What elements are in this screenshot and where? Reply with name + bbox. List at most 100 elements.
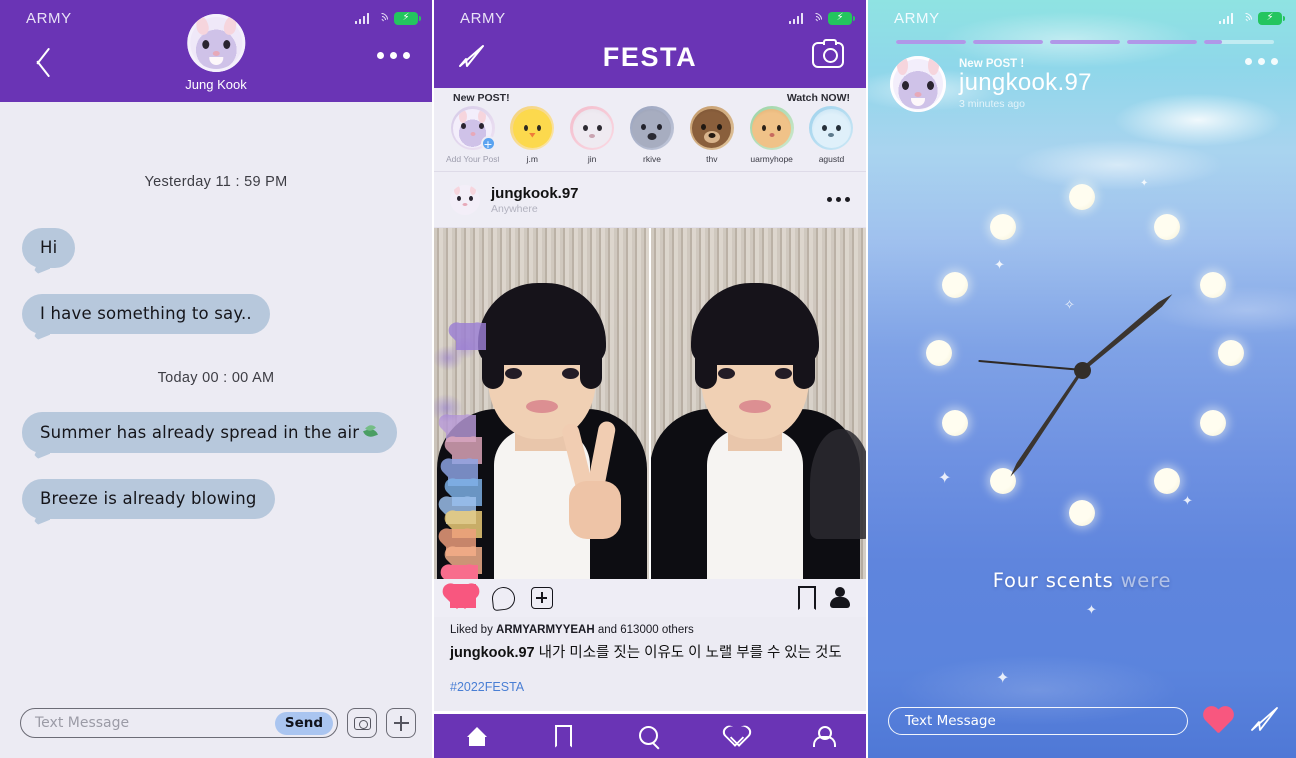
progress-segment[interactable] bbox=[896, 40, 966, 44]
more-options-icon[interactable] bbox=[827, 197, 850, 202]
sparkle-icon: ✦ bbox=[996, 668, 1010, 687]
clock-illustration: ✦ ✧ ✦ ✦ ✦ bbox=[868, 170, 1296, 570]
story-item-thv[interactable]: thv bbox=[685, 106, 738, 164]
timestamp-today: Today 00 : 00 AM bbox=[157, 370, 275, 386]
post-avatar[interactable] bbox=[450, 184, 480, 215]
sparkle-icon: ✦ bbox=[1086, 603, 1097, 618]
camera-icon bbox=[353, 716, 371, 730]
chick-icon bbox=[512, 108, 552, 148]
post-actions bbox=[434, 579, 866, 617]
tab-saved[interactable] bbox=[549, 721, 579, 751]
clock-second-hand bbox=[978, 359, 1083, 371]
plus-box-icon[interactable] bbox=[531, 587, 553, 609]
battery-charging-icon: ⚡ bbox=[1258, 11, 1285, 25]
story-caption-faint: were bbox=[1120, 569, 1172, 592]
feed-header: ARMY ⚡ FESTA bbox=[434, 0, 866, 88]
moon-marker bbox=[990, 214, 1016, 240]
progress-segment-active[interactable] bbox=[1204, 40, 1274, 44]
caption-username[interactable]: jungkook.97 bbox=[450, 645, 535, 661]
likes-user[interactable]: ARMYARMYYEAH bbox=[496, 624, 595, 636]
status-bar: ARMY ⚡ bbox=[868, 0, 1296, 36]
stories-left-label: New POST! bbox=[453, 92, 510, 104]
more-options-icon[interactable] bbox=[377, 52, 410, 59]
story-item-add[interactable]: + Add Your Post bbox=[446, 106, 499, 164]
story-name: thv bbox=[706, 154, 718, 164]
tab-home[interactable] bbox=[462, 721, 492, 751]
status-bar: ARMY ⚡ bbox=[0, 0, 432, 36]
paper-plane-icon[interactable] bbox=[1250, 706, 1278, 736]
plus-icon bbox=[393, 715, 409, 731]
bottom-tab-bar bbox=[434, 711, 866, 758]
bookmark-icon[interactable] bbox=[798, 586, 816, 610]
camera-icon[interactable] bbox=[812, 39, 844, 68]
bunny-avatar[interactable] bbox=[890, 56, 946, 112]
post-caption: jungkook.97 내가 미소를 짓는 이유도 이 노랠 부를 수 있는 것… bbox=[450, 641, 850, 662]
side-table bbox=[810, 429, 866, 539]
sparkle-icon: ✦ bbox=[1140, 178, 1149, 189]
post-header: jungkook.97 Anywhere bbox=[434, 172, 866, 228]
system-icons: ⚡ bbox=[1218, 9, 1285, 29]
story-name: j.m bbox=[526, 154, 538, 164]
send-button[interactable]: Send bbox=[274, 711, 333, 735]
story-item-agustd[interactable]: agustd bbox=[805, 106, 858, 164]
message-bubble: Breeze is already blowing bbox=[22, 479, 275, 519]
message-input[interactable]: Text Message Send bbox=[20, 708, 338, 738]
comment-icon[interactable] bbox=[490, 585, 517, 611]
page-title: FESTA bbox=[602, 42, 698, 72]
more-options-icon[interactable] bbox=[1245, 58, 1278, 65]
tab-profile[interactable] bbox=[808, 721, 838, 751]
battery-charging-icon: ⚡ bbox=[394, 11, 421, 25]
contact-name: Jung Kook bbox=[185, 77, 247, 92]
signal-icon bbox=[788, 12, 803, 24]
heart-icon[interactable] bbox=[450, 584, 476, 612]
three-phone-screens: ARMY ⚡ Jung Kook Yesterday 11 : 59 PM Hi… bbox=[0, 0, 1296, 758]
tab-activity[interactable] bbox=[721, 721, 751, 751]
back-chevron-icon[interactable] bbox=[26, 44, 48, 78]
moon-marker bbox=[1218, 340, 1244, 366]
story-caption-bright: Four scents bbox=[992, 569, 1114, 592]
post-hashtag[interactable]: #2022FESTA bbox=[450, 680, 524, 694]
post-username[interactable]: jungkook.97 bbox=[491, 185, 579, 202]
story-name: agustd bbox=[818, 154, 845, 164]
story-item-jin[interactable]: jin bbox=[566, 106, 619, 164]
story-item-uarmyhope[interactable]: uarmyhope bbox=[745, 106, 798, 164]
story-item-rkive[interactable]: rkive bbox=[625, 106, 678, 164]
add-attachment-button[interactable] bbox=[386, 708, 416, 738]
story-username[interactable]: jungkook.97 bbox=[959, 69, 1092, 97]
add-story-badge[interactable]: + bbox=[480, 136, 496, 151]
likes-suffix: and 613000 others bbox=[597, 624, 694, 636]
photo-right bbox=[649, 228, 866, 579]
post-location: Anywhere bbox=[491, 202, 538, 215]
camera-button[interactable] bbox=[347, 708, 377, 738]
story-progress-bars[interactable] bbox=[896, 40, 1274, 44]
moon-marker bbox=[1200, 272, 1226, 298]
bear-icon bbox=[692, 108, 732, 148]
profile-icon bbox=[813, 725, 837, 747]
progress-segment[interactable] bbox=[1050, 40, 1120, 44]
carrier-label: ARMY bbox=[26, 9, 72, 27]
chat-composer: Text Message Send bbox=[20, 708, 416, 738]
moon-marker bbox=[942, 410, 968, 436]
clock-pivot bbox=[1073, 361, 1091, 379]
story-list: + Add Your Post j.m jin rkive thv uarmyh… bbox=[446, 106, 858, 164]
carrier-label: ARMY bbox=[460, 9, 506, 27]
person-icon[interactable] bbox=[830, 587, 850, 609]
system-icons: ⚡ bbox=[788, 9, 855, 29]
progress-segment[interactable] bbox=[973, 40, 1043, 44]
post-photo[interactable] bbox=[434, 228, 866, 579]
story-reply-input[interactable]: Text Message bbox=[888, 707, 1188, 735]
photo-left bbox=[434, 228, 649, 579]
tab-search[interactable] bbox=[635, 721, 665, 751]
heart-icon[interactable] bbox=[1203, 707, 1235, 736]
message-text: Summer has already spread in the air bbox=[40, 423, 360, 442]
stories-tray: New POST! Watch NOW! + Add Your Post j.m… bbox=[434, 88, 866, 172]
koala-icon bbox=[632, 108, 672, 148]
wifi-icon bbox=[806, 9, 825, 29]
progress-segment[interactable] bbox=[1127, 40, 1197, 44]
new-post-label: New POST ! bbox=[959, 58, 1025, 70]
story-item-jm[interactable]: j.m bbox=[506, 106, 559, 164]
story-name: rkive bbox=[643, 154, 661, 164]
moon-marker bbox=[942, 272, 968, 298]
stories-right-label: Watch NOW! bbox=[786, 92, 850, 104]
cat-icon bbox=[752, 108, 792, 148]
